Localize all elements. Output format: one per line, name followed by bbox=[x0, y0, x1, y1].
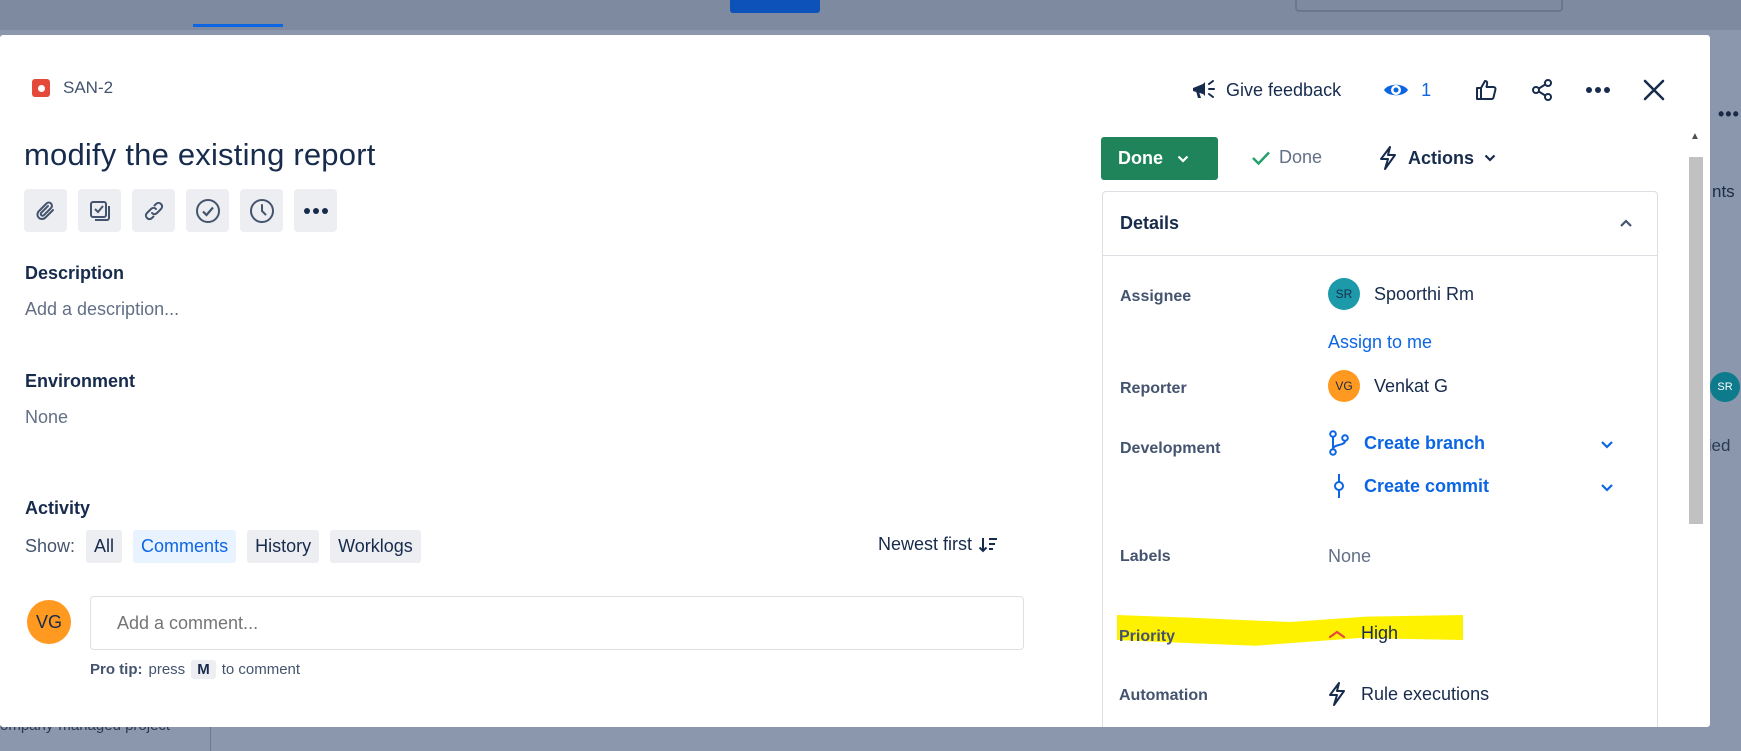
link-issue-button[interactable] bbox=[132, 189, 175, 232]
close-button[interactable] bbox=[1639, 75, 1669, 105]
assignee-label: Assignee bbox=[1120, 288, 1192, 305]
actions-dropdown-button[interactable]: Actions bbox=[1378, 145, 1496, 171]
megaphone-icon bbox=[1193, 80, 1215, 98]
reporter-label: Reporter bbox=[1120, 380, 1187, 397]
issue-top-actions: Give feedback 1 bbox=[1190, 70, 1669, 110]
scroll-thumb[interactable] bbox=[1689, 157, 1703, 524]
comment-pro-tip: Pro tip: press M to comment bbox=[90, 660, 300, 679]
chevron-down-icon[interactable] bbox=[1600, 440, 1614, 449]
activity-filters: Show: All Comments History Worklogs bbox=[25, 530, 421, 563]
sort-label: Newest first bbox=[878, 534, 973, 554]
eye-icon bbox=[1384, 84, 1409, 96]
check-icon bbox=[1252, 151, 1270, 165]
activity-heading: Activity bbox=[25, 498, 91, 518]
reporter-field[interactable]: VG Venkat G bbox=[1328, 370, 1448, 402]
filter-worklogs[interactable]: Worklogs bbox=[330, 530, 421, 563]
log-time-button[interactable] bbox=[240, 189, 283, 232]
share-icon bbox=[1532, 79, 1553, 101]
create-branch-button[interactable]: Create branch bbox=[1328, 430, 1485, 456]
comment-input[interactable] bbox=[90, 596, 1024, 650]
background-more-icon: ••• bbox=[1718, 104, 1740, 124]
issue-modal: SAN-2 Give feedback 1 modify the existin… bbox=[0, 35, 1710, 727]
labels-field[interactable]: None bbox=[1328, 546, 1371, 567]
attach-button[interactable] bbox=[24, 189, 67, 232]
thumbs-up-icon bbox=[1476, 80, 1497, 100]
status-label: Done bbox=[1118, 148, 1163, 168]
paperclip-icon bbox=[35, 201, 54, 220]
status-dropdown-button[interactable]: Done bbox=[1101, 137, 1218, 180]
resolution-label: Done bbox=[1279, 147, 1323, 167]
lightning-icon bbox=[1380, 146, 1396, 170]
more-icon bbox=[1586, 87, 1611, 93]
background-avatar: SR bbox=[1710, 372, 1740, 402]
commit-icon bbox=[1334, 474, 1344, 498]
give-feedback-button[interactable]: Give feedback bbox=[1190, 78, 1341, 102]
sort-order-button[interactable]: Newest first bbox=[878, 534, 998, 555]
background-active-tab-indicator bbox=[193, 24, 283, 27]
chevron-down-icon[interactable] bbox=[1600, 483, 1614, 492]
reporter-name: Venkat G bbox=[1374, 375, 1449, 396]
share-button[interactable] bbox=[1527, 75, 1557, 105]
close-icon bbox=[1643, 79, 1665, 101]
background-text: nts bbox=[1712, 182, 1735, 201]
issue-key-breadcrumb[interactable]: SAN-2 bbox=[32, 78, 113, 98]
actions-label: Actions bbox=[1408, 147, 1475, 168]
description-field[interactable]: Add a description... bbox=[25, 299, 179, 320]
resolution-indicator: Done bbox=[1251, 147, 1322, 168]
branch-icon bbox=[1329, 430, 1349, 456]
watch-count: 1 bbox=[1421, 79, 1432, 100]
assignee-field[interactable]: SR Spoorthi Rm bbox=[1328, 278, 1474, 310]
like-button[interactable] bbox=[1471, 75, 1501, 105]
background-search-box bbox=[1295, 0, 1563, 12]
sort-descending-icon bbox=[978, 537, 998, 552]
add-child-issue-button[interactable] bbox=[78, 189, 121, 232]
labels-label: Labels bbox=[1120, 548, 1171, 565]
chevron-down-icon bbox=[1484, 154, 1496, 162]
create-commit-button[interactable]: Create commit bbox=[1328, 473, 1489, 499]
create-commit-label: Create commit bbox=[1364, 475, 1490, 496]
assignee-avatar: SR bbox=[1328, 278, 1360, 310]
assignee-name: Spoorthi Rm bbox=[1374, 283, 1475, 304]
chevron-up-icon bbox=[1620, 219, 1632, 227]
apps-button[interactable] bbox=[186, 189, 229, 232]
reporter-avatar: VG bbox=[1328, 370, 1360, 402]
bug-icon bbox=[32, 79, 50, 97]
show-label: Show: bbox=[25, 536, 76, 556]
details-title: Details bbox=[1120, 213, 1180, 233]
details-panel: Details Assignee SR Spoorthi Rm Assign t… bbox=[1102, 191, 1658, 727]
protip-bold: Pro tip: bbox=[90, 661, 143, 678]
chevron-down-icon bbox=[1177, 155, 1189, 163]
link-icon bbox=[144, 201, 163, 220]
details-header[interactable]: Details bbox=[1103, 192, 1657, 256]
issue-key[interactable]: SAN-2 bbox=[63, 78, 113, 98]
protip-suffix: to comment bbox=[221, 661, 301, 678]
child-issue-icon bbox=[89, 200, 110, 221]
check-circle-icon bbox=[195, 198, 220, 223]
toolbar-more-button[interactable] bbox=[294, 189, 337, 232]
description-heading: Description bbox=[25, 263, 125, 283]
background-create-button bbox=[730, 0, 820, 13]
issue-summary[interactable]: modify the existing report bbox=[24, 137, 376, 173]
more-actions-button[interactable] bbox=[1583, 75, 1613, 105]
environment-field[interactable]: None bbox=[25, 407, 68, 428]
filter-history[interactable]: History bbox=[247, 530, 320, 563]
give-feedback-label: Give feedback bbox=[1226, 79, 1342, 100]
more-icon bbox=[303, 207, 328, 214]
issue-toolbar bbox=[24, 189, 337, 232]
filter-all[interactable]: All bbox=[86, 530, 123, 563]
environment-heading: Environment bbox=[25, 371, 136, 391]
modal-scrollbar[interactable]: ▲ ▼ bbox=[1685, 125, 1707, 725]
watch-button[interactable]: 1 bbox=[1383, 80, 1431, 101]
clock-icon bbox=[249, 198, 274, 223]
protip-key: M bbox=[191, 660, 216, 679]
assign-to-me-link[interactable]: Assign to me bbox=[1328, 332, 1432, 353]
filter-comments[interactable]: Comments bbox=[133, 530, 237, 563]
current-user-avatar: VG bbox=[27, 600, 71, 644]
scroll-up-arrow-icon[interactable]: ▲ bbox=[1690, 131, 1700, 142]
development-label: Development bbox=[1120, 440, 1221, 457]
protip-press: press bbox=[148, 661, 186, 678]
create-branch-label: Create branch bbox=[1364, 432, 1486, 453]
